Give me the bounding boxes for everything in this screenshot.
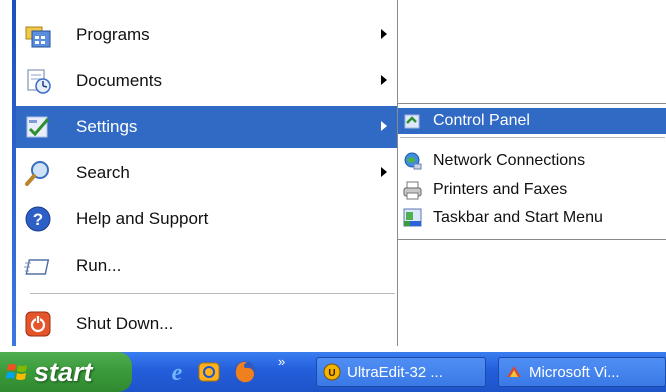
outlook-express-icon[interactable] — [196, 359, 222, 385]
svg-text:e: e — [172, 360, 183, 385]
submenu-separator — [400, 137, 665, 138]
taskbar-icon — [403, 208, 422, 227]
menu-item-help[interactable]: ? Help and Support — [16, 198, 397, 240]
documents-icon — [27, 69, 51, 94]
settings-icon — [26, 116, 50, 138]
svg-text:U: U — [328, 368, 335, 379]
menu-item-documents[interactable]: Documents — [16, 60, 397, 102]
task-label: Microsoft Vi... — [529, 364, 620, 381]
submenu-item-control-panel[interactable]: Control Panel — [398, 108, 666, 134]
taskbar: start e » U UltraEdit-32 ... Microsoft V… — [0, 352, 666, 392]
power-icon — [25, 311, 51, 337]
printer-icon — [403, 181, 422, 200]
menu-item-label: Run... — [76, 256, 122, 275]
help-icon: ? — [25, 206, 51, 232]
submenu-arrow-icon — [381, 167, 387, 177]
network-icon — [404, 152, 422, 170]
menu-item-programs[interactable]: Programs — [16, 14, 397, 56]
visual-studio-icon — [507, 366, 521, 377]
task-button-microsoft-visual[interactable]: Microsoft Vi... — [498, 357, 666, 387]
start-menu: Programs Documents Settings Search ? Hel… — [12, 0, 398, 346]
menu-item-label: Search — [76, 163, 130, 182]
menu-separator — [30, 293, 395, 294]
submenu-arrow-icon — [381, 121, 387, 131]
start-button[interactable]: start — [0, 352, 132, 392]
submenu-arrow-icon — [381, 75, 387, 85]
settings-submenu: Control Panel Network Connections Printe… — [397, 103, 666, 240]
submenu-item-printers[interactable]: Printers and Faxes — [398, 177, 666, 203]
menu-item-run[interactable]: Run... — [16, 245, 397, 287]
firefox-icon[interactable] — [232, 359, 258, 385]
submenu-item-label: Control Panel — [433, 112, 530, 129]
menu-item-search[interactable]: Search — [16, 152, 397, 194]
submenu-item-network[interactable]: Network Connections — [398, 148, 666, 174]
submenu-item-label: Printers and Faxes — [433, 181, 568, 198]
menu-item-label: Documents — [76, 71, 162, 90]
menu-item-label: Shut Down... — [76, 314, 174, 333]
submenu-arrow-icon — [381, 29, 387, 39]
ultraedit-icon: U — [323, 363, 341, 381]
internet-explorer-icon[interactable]: e — [164, 359, 190, 385]
search-icon — [25, 161, 49, 186]
menu-item-label: Settings — [76, 117, 138, 136]
svg-text:?: ? — [33, 210, 43, 229]
menu-item-shut-down[interactable]: Shut Down... — [16, 303, 397, 345]
menu-item-label: Programs — [76, 25, 150, 44]
start-label: start — [34, 357, 93, 387]
quick-launch-overflow[interactable]: » — [278, 354, 285, 369]
control-panel-icon — [404, 114, 420, 129]
menu-item-label: Help and Support — [76, 209, 209, 228]
task-button-ultraedit[interactable]: U UltraEdit-32 ... — [316, 357, 486, 387]
submenu-item-label: Taskbar and Start Menu — [433, 209, 603, 226]
submenu-item-taskbar-start-menu[interactable]: Taskbar and Start Menu — [398, 205, 666, 231]
menu-item-settings[interactable]: Settings — [16, 106, 397, 148]
run-icon — [24, 259, 50, 275]
windows-logo-icon — [6, 364, 27, 380]
programs-icon — [25, 26, 51, 48]
submenu-item-label: Network Connections — [433, 152, 586, 169]
task-label: UltraEdit-32 ... — [347, 364, 443, 381]
